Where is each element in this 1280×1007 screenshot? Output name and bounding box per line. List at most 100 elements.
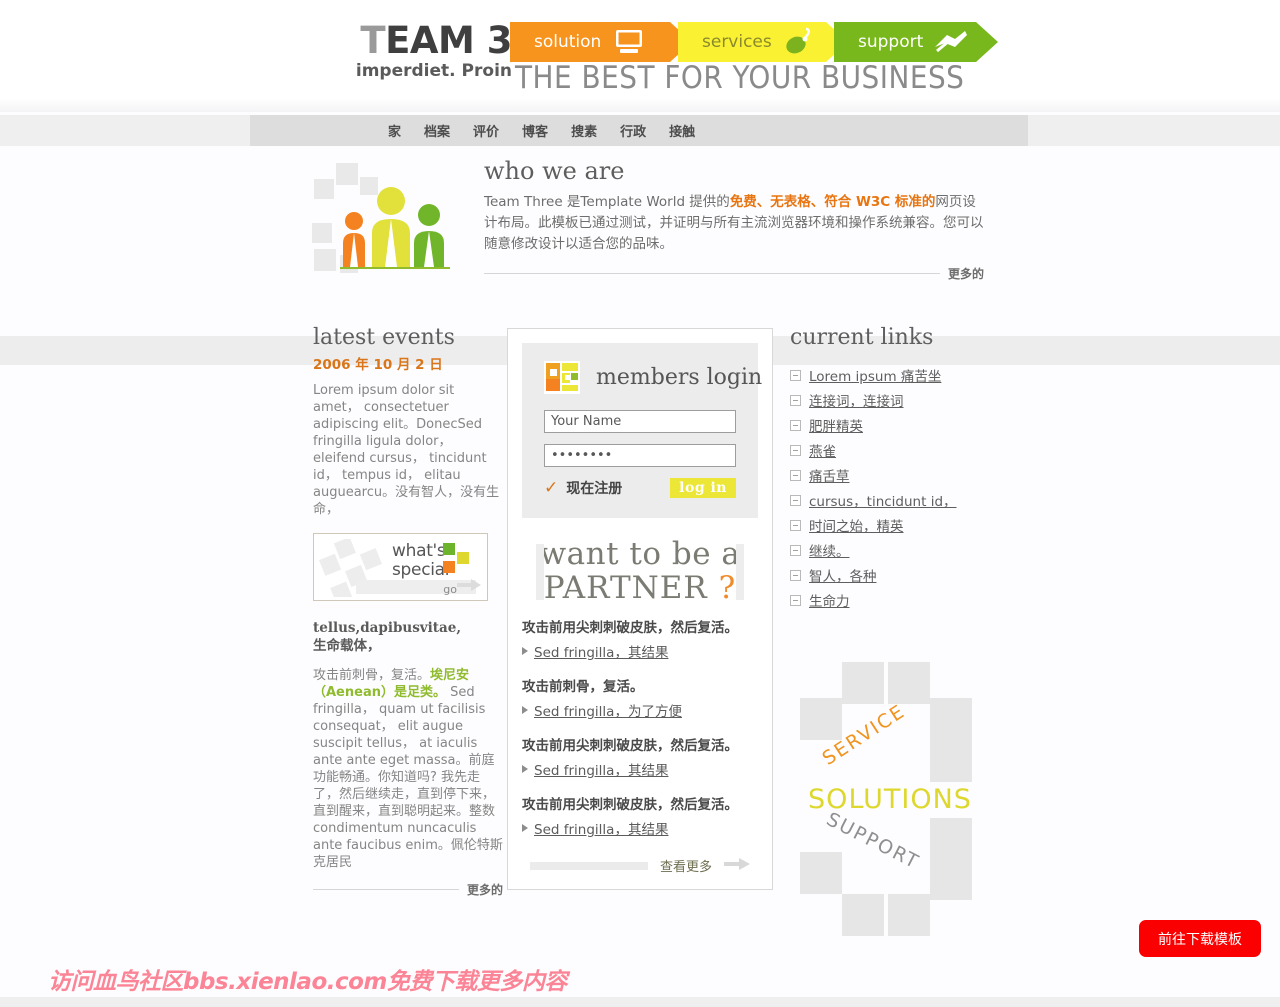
who-we-are-text-pre: Team Three 是Template World 提供的: [484, 194, 730, 211]
list-item[interactable]: 时间之始，精英: [790, 515, 990, 535]
list-item[interactable]: cursus，tincidunt id，: [790, 490, 990, 510]
list-item[interactable]: 继续。: [790, 540, 990, 560]
brand-title-t: T: [360, 19, 386, 62]
nav-item-admin[interactable]: 行政: [620, 121, 646, 140]
current-link[interactable]: Lorem ipsum 痛苦坐: [809, 365, 941, 385]
site-logo[interactable]: TEAM 3 imperdiet. Proin: [312, 19, 513, 81]
external-link-icon: [790, 369, 801, 381]
partner-item-title: 攻击前用尖刺刺破皮肤，然后复活。: [522, 738, 738, 754]
whats-special-line1: what's: [392, 541, 446, 562]
nav-item-archive[interactable]: 档案: [424, 121, 450, 140]
nav-item-search[interactable]: 搜素: [571, 121, 597, 140]
bottom-strip: [0, 997, 1280, 1007]
latest-events-title: latest events: [313, 325, 455, 350]
partner-line1: want to be a: [539, 536, 741, 572]
current-link[interactable]: 继续。: [809, 540, 850, 560]
register-now-link[interactable]: ✓ 现在注册: [544, 478, 622, 498]
ribbon-support-label: support: [858, 32, 924, 52]
current-link[interactable]: cursus，tincidunt id，: [809, 490, 957, 510]
external-link-icon: [790, 469, 801, 481]
whats-special-banner[interactable]: what's special go: [313, 533, 488, 602]
members-login-title: members login: [596, 365, 763, 390]
partner-item-link-row[interactable]: Sed fringilla，其结果: [522, 641, 758, 661]
current-link[interactable]: 燕雀: [809, 440, 836, 460]
partner-question-mark: ?: [718, 570, 737, 606]
partner-view-more-row: 查看更多: [522, 856, 758, 875]
ribbon-solution[interactable]: solution: [510, 22, 692, 62]
latest-events-date: 2006 年 10 月 2 日: [313, 357, 443, 374]
list-item[interactable]: 痛舌草: [790, 465, 990, 485]
partner-item-link[interactable]: Sed fringilla，为了方便: [534, 700, 682, 720]
current-link[interactable]: 时间之始，精英: [809, 515, 904, 535]
external-link-icon: [790, 394, 801, 406]
partner-item: 攻击前用尖刺刺破皮肤，然后复活。 Sed fringilla，其结果: [522, 619, 758, 661]
service-solutions-support-graphic: SERVICE SOLUTIONS SUPPORT: [790, 652, 990, 942]
mid-box-inner: members login ✓ 现在注册 log in want to be a…: [507, 328, 773, 890]
list-item[interactable]: 连接词，连接词: [790, 390, 990, 410]
external-link-icon: [790, 494, 801, 506]
list-item[interactable]: 肥胖精英: [790, 415, 990, 435]
triangle-right-icon: [522, 647, 528, 655]
password-input[interactable]: [544, 444, 736, 467]
partner-line2-text: PARTNER: [543, 570, 708, 606]
who-we-are-title: who we are: [484, 157, 625, 185]
brand-title-rest: EAM 3: [385, 19, 512, 62]
register-now-label: 现在注册: [566, 481, 623, 497]
latest-events-more-link[interactable]: 更多的: [467, 881, 503, 898]
ribbon-support[interactable]: support: [834, 22, 998, 62]
ribbon-nav: solution services support: [510, 22, 1000, 62]
partner-item-link-row[interactable]: Sed fringilla，其结果: [522, 818, 758, 838]
partner-bar-right: [736, 544, 744, 600]
partner-view-more-link[interactable]: 查看更多: [660, 856, 712, 875]
login-button[interactable]: log in: [670, 478, 736, 498]
triangle-right-icon: [522, 765, 528, 773]
tellus-body-post: Sed fringilla， quam ut facilisis consequ…: [313, 685, 503, 871]
who-we-are-section: who we are Team Three 是Template World 提供…: [300, 158, 990, 283]
site-header: TEAM 3 imperdiet. Proin solution service…: [0, 0, 1280, 112]
members-login-panel: members login ✓ 现在注册 log in: [522, 343, 762, 518]
triangle-right-icon: [522, 824, 528, 832]
nav-item-home[interactable]: 家: [388, 121, 401, 140]
tellus-body-pre: 攻击前刺骨，复活。: [313, 668, 431, 684]
list-item[interactable]: 生命力: [790, 590, 990, 610]
external-link-icon: [790, 444, 801, 456]
partner-bar-left: [536, 544, 544, 600]
members-login-header: members login: [544, 361, 762, 394]
partner-item-link[interactable]: Sed fringilla，其结果: [534, 641, 668, 661]
partner-item: 攻击前刺骨，复活。 Sed fringilla，为了方便: [522, 678, 758, 720]
current-links-column: current links Lorem ipsum 痛苦坐 连接词，连接词 肥胖…: [790, 325, 990, 942]
current-links-list: Lorem ipsum 痛苦坐 连接词，连接词 肥胖精英 燕雀 痛舌草 curs…: [790, 365, 990, 610]
tellus-title-line2: 生命载体，: [313, 638, 381, 655]
username-input[interactable]: [544, 410, 736, 433]
who-we-are-text-highlight: 免费、无表格、符合 W3C 标准的: [729, 194, 936, 211]
list-item[interactable]: Lorem ipsum 痛苦坐: [790, 365, 990, 385]
team-people-icon: [310, 163, 470, 273]
handshake-icon: [931, 27, 971, 57]
current-link[interactable]: 生命力: [809, 590, 850, 610]
current-link[interactable]: 痛舌草: [809, 465, 850, 485]
brand-subtitle: imperdiet. Proin: [355, 61, 512, 81]
partner-item-link[interactable]: Sed fringilla，其结果: [534, 759, 668, 779]
list-item[interactable]: 智人，各种: [790, 565, 990, 585]
whats-special-go-label: go: [443, 583, 457, 597]
tellus-body: 攻击前刺骨，复活。埃尼安（Aenean）是足类。 Sed fringilla， …: [313, 667, 503, 871]
nav-item-contact[interactable]: 接触: [669, 121, 695, 140]
ribbon-services[interactable]: services: [678, 22, 848, 62]
current-link[interactable]: 肥胖精英: [809, 415, 863, 435]
partner-item-link-row[interactable]: Sed fringilla，为了方便: [522, 700, 758, 720]
who-we-are-more-link[interactable]: 更多的: [948, 265, 984, 282]
current-link[interactable]: 智人，各种: [809, 565, 877, 585]
partner-item-link-row[interactable]: Sed fringilla，其结果: [522, 759, 758, 779]
ribbon-services-label: services: [702, 32, 772, 52]
current-link[interactable]: 连接词，连接词: [809, 390, 904, 410]
external-link-icon: [790, 569, 801, 581]
partner-item-link[interactable]: Sed fringilla，其结果: [534, 818, 668, 838]
latest-events-column: latest events 2006 年 10 月 2 日 Lorem ipsu…: [313, 325, 503, 898]
nav-item-blog[interactable]: 博客: [522, 121, 548, 140]
partner-list: 攻击前用尖刺刺破皮肤，然后复活。 Sed fringilla，其结果 攻击前刺骨…: [522, 619, 758, 838]
latest-events-more-row: 更多的: [313, 881, 503, 898]
list-item[interactable]: 燕雀: [790, 440, 990, 460]
nav-item-reviews[interactable]: 评价: [473, 121, 499, 140]
download-template-button[interactable]: 前往下载模板: [1139, 920, 1261, 957]
partner-item: 攻击前用尖刺刺破皮肤，然后复活。 Sed fringilla，其结果: [522, 796, 758, 838]
